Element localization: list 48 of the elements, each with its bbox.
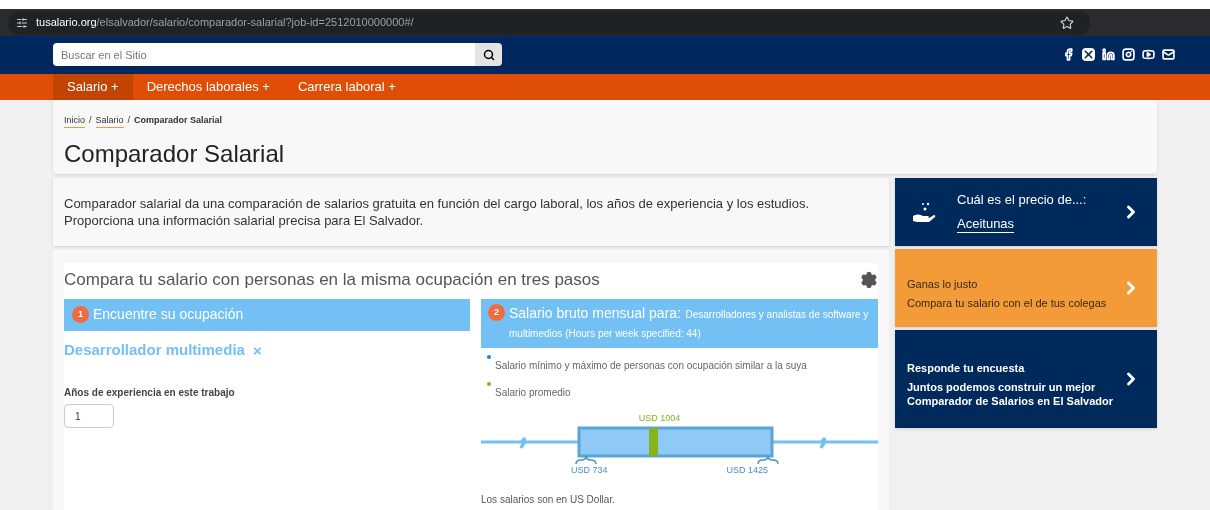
- youtube-icon[interactable]: [1142, 48, 1155, 62]
- breadcrumb-link[interactable]: Inicio: [64, 114, 85, 129]
- step-title: Encuentre su ocupación: [93, 305, 244, 325]
- search-field[interactable]: Buscar en el Sitio: [53, 43, 475, 67]
- nav-tab[interactable]: Derechos laborales +: [132, 73, 284, 100]
- hand-seedling-icon: [911, 200, 937, 224]
- step-title: Salario bruto mensual para: Desarrolladores y analistas de software y multimedios (Hours per week specified: 44): [509, 304, 870, 341]
- tool-title: Compara tu salario con personas en la misma ocupación en tres pasos: [64, 269, 600, 292]
- minimum-salary-label: USD 734: [571, 464, 608, 478]
- mail-icon[interactable]: [1162, 48, 1175, 62]
- experience-label: Años de experiencia en este trabajo: [64, 386, 236, 401]
- maximum-salary-label: USD 1425: [726, 464, 768, 478]
- price-card[interactable]: Cuál es el precio de...: Aceitunas: [895, 178, 1157, 246]
- currency-note: Los salarios son en US Dollar.: [481, 493, 616, 507]
- card-text: Juntos podemos construir un mejor Comparador de Salarios en El Salvador: [907, 380, 1114, 409]
- breadcrumb-current: Comparador Salarial: [134, 114, 223, 127]
- bookmark-star-icon[interactable]: [1060, 15, 1074, 30]
- experience-field[interactable]: 1: [64, 404, 114, 429]
- instagram-icon[interactable]: [1122, 48, 1135, 62]
- url-text: tusalario.org/elsalvador/salario/comparador-salarial?job-id=2512010000000#/: [36, 15, 415, 31]
- breadcrumb-link[interactable]: Salario: [95, 114, 124, 129]
- step-number: 2: [488, 304, 505, 321]
- page-title: Comparador Salarial: [64, 139, 286, 170]
- survey-card[interactable]: Responde tu encuesta Juntos podemos construir un mejor Comparador de Salarios en El Salvador: [895, 330, 1157, 428]
- breadcrumb-separator: /: [89, 114, 92, 127]
- linkedin-icon[interactable]: [1102, 48, 1115, 62]
- average-salary-label: USD 1004: [638, 412, 681, 425]
- legend-label: Salario promedio: [495, 386, 571, 400]
- search-icon: [482, 49, 495, 61]
- compare-card[interactable]: Ganas lo justo Compara tu salario con el de tus colegas: [895, 249, 1157, 327]
- intro-text: Comparador salarial da una comparación de salarios gratuita en función del cargo laboral, los años de experiencia y los estudios. Proporciona una información salarial precisa para El Salvador.: [64, 195, 811, 229]
- settings-icon[interactable]: [860, 271, 878, 289]
- search-button[interactable]: [475, 43, 502, 67]
- legend-label: Salario mínimo y máximo de personas con ocupación similar a la suya: [495, 359, 807, 373]
- card-title: Ganas lo justo: [907, 277, 979, 292]
- address-bar[interactable]: tusalario.org/elsalvador/salario/comparador-salarial?job-id=2512010000000#/: [8, 10, 1090, 35]
- breadcrumb-separator: /: [127, 114, 131, 127]
- step-number: 1: [72, 306, 89, 324]
- card-title: Cuál es el precio de...:: [957, 191, 1088, 210]
- nav-tab[interactable]: Carrera laboral +: [283, 73, 410, 100]
- facebook-icon[interactable]: [1062, 48, 1075, 62]
- card-title: Responde tu encuesta: [907, 361, 1026, 376]
- nav-tab[interactable]: Salario +: [53, 73, 133, 100]
- x-icon[interactable]: [1082, 48, 1095, 62]
- site-settings-icon[interactable]: [16, 16, 28, 29]
- selected-occupation: Desarrollador multimedia: [64, 340, 245, 360]
- product-link[interactable]: Aceitunas: [957, 214, 1015, 234]
- card-text: Compara tu salario con el de tus colegas: [907, 296, 1108, 311]
